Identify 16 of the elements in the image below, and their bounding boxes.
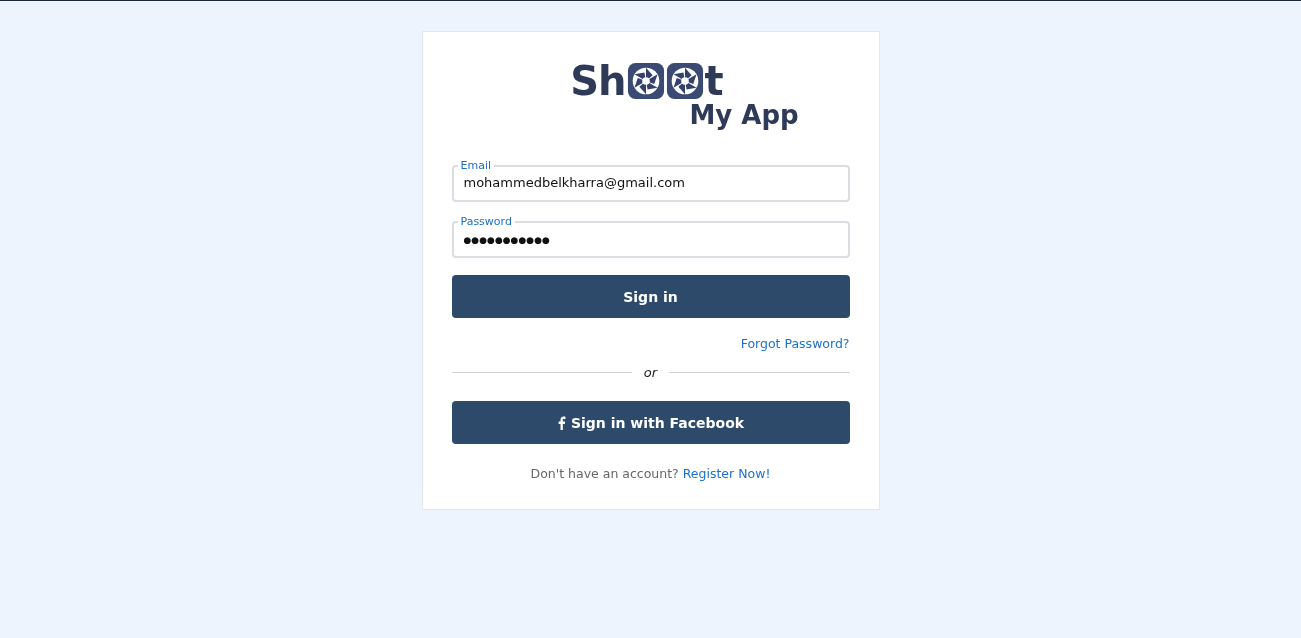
camera-aperture-icon: [626, 62, 665, 100]
email-field[interactable]: mohammedbelkharra@gmail.com: [463, 175, 838, 190]
facebook-sign-in-button[interactable]: Sign in with Facebook: [451, 401, 850, 444]
register-link[interactable]: Register Now!: [682, 466, 771, 481]
facebook-icon: [556, 415, 566, 430]
field-label: Email: [460, 159, 492, 172]
password-field-frame[interactable]: Password ●●●●●●●●●●●: [451, 216, 850, 258]
email-field-frame[interactable]: Email mohammedbelkharra@gmail.com: [451, 160, 850, 202]
field-label: Password: [460, 215, 512, 228]
register-prompt: Don't have an account?: [530, 466, 679, 481]
camera-aperture-icon: [665, 62, 704, 100]
divider-text: or: [643, 365, 658, 380]
sign-in-button[interactable]: Sign in: [451, 275, 850, 318]
password-field[interactable]: ●●●●●●●●●●●: [463, 232, 838, 248]
logo-text: Sh: [570, 58, 626, 104]
forgot-password-link[interactable]: Forgot Password?: [740, 336, 850, 351]
